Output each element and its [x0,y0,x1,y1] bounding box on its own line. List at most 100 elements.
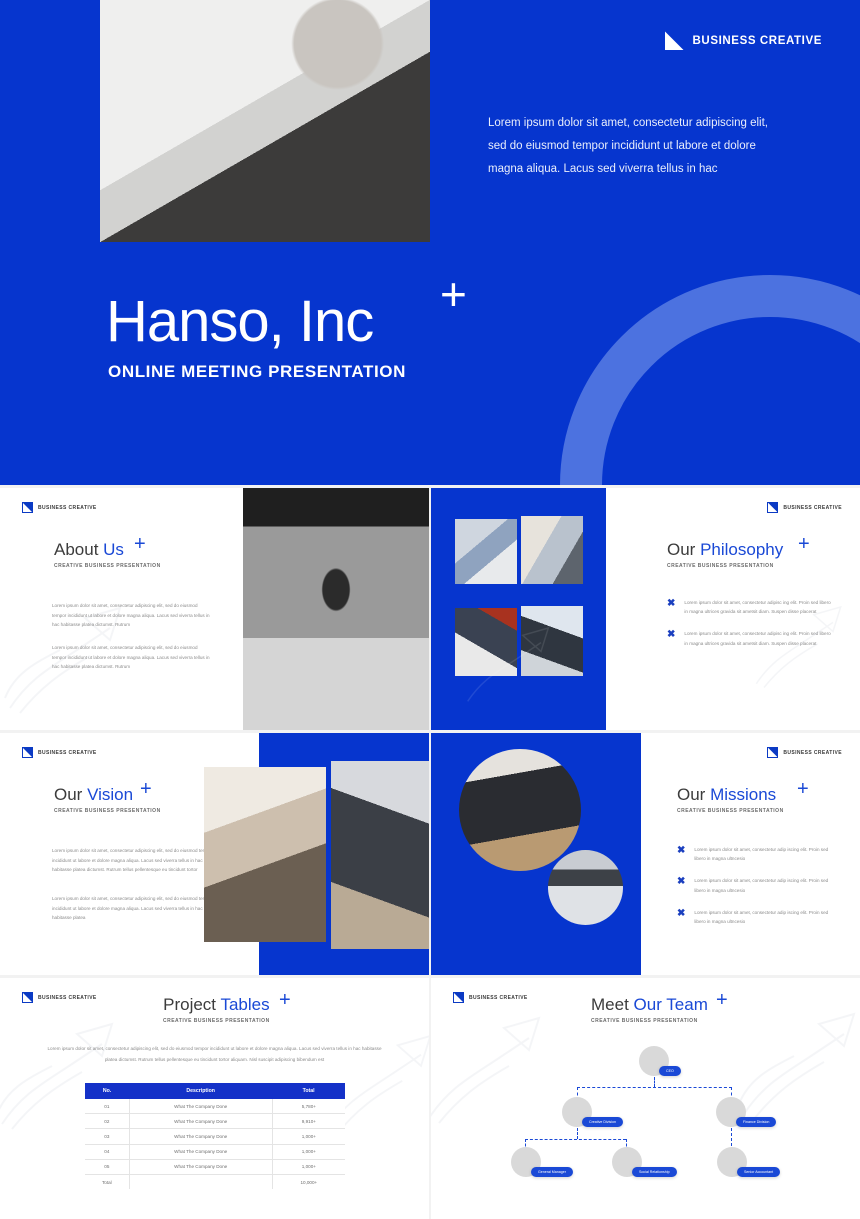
list-item: ✖ Lorem ipsum dolor sit amet, consectetu… [667,598,832,616]
plus-icon: + [140,778,152,800]
heading-light: Our [677,785,711,804]
brand-logo: BUSINESS CREATIVE [767,502,842,513]
heading-accent: Us [103,540,124,559]
cell-total: 5,780+ [272,1099,345,1115]
missions-photo-2 [548,850,623,925]
diagonal-square-logo-icon [22,747,33,758]
slide-kicker: CREATIVE BUSINESS PRESENTATION [54,808,161,814]
org-node-label: CEO [659,1066,681,1076]
org-node-ceo[interactable]: CEO [639,1046,681,1076]
brand-logo: BUSINESS CREATIVE [22,502,97,513]
slide-kicker: CREATIVE BUSINESS PRESENTATION [677,808,784,814]
x-bullet-icon: ✖ [677,907,686,919]
brand-name: BUSINESS CREATIVE [783,749,842,756]
philosophy-photo-3 [455,608,517,676]
heading-light: Project [163,995,221,1014]
cell-no: 01 [85,1099,130,1115]
vision-paragraph-2: Lorem ipsum dolor sit amet, consectetur … [52,896,214,921]
org-node-label: Finance Division [736,1117,777,1127]
brand-name: BUSINESS CREATIVE [783,504,842,511]
bullet-text: Lorem ipsum dolor sit amet, consectetur … [694,847,829,862]
slide-our-missions[interactable]: BUSINESS CREATIVE Our Missions CREATIVE … [431,733,860,975]
table-row: 02 What The Company Done 9,910+ [85,1113,345,1130]
brand-name: BUSINESS CREATIVE [692,34,822,47]
brand-logo: BUSINESS CREATIVE [664,31,822,50]
list-item: ✖ Lorem ipsum dolor sit amet, consectetu… [677,908,837,926]
table-header-row: No. Description Total [85,1083,345,1099]
slide-meet-our-team[interactable]: BUSINESS CREATIVE Meet Our Team CREATIVE… [431,978,860,1219]
brand-name: BUSINESS CREATIVE [38,504,97,511]
heading-accent: Missions [710,785,777,804]
column-header-description: Description [129,1083,273,1099]
org-node-finance-division[interactable]: Finance Division [716,1097,777,1127]
plus-icon: + [440,268,467,320]
bullet-text: Lorem ipsum dolor sit amet, consectetur … [694,878,829,893]
missions-bullets: ✖ Lorem ipsum dolor sit amet, consectetu… [677,845,837,939]
heading-accent: Tables [220,995,270,1014]
diagonal-square-logo-icon [22,992,33,1003]
about-photo [243,488,429,730]
org-node-social-relationship[interactable]: Social Relationship [612,1147,677,1177]
slide-about-us[interactable]: BUSINESS CREATIVE About Us CREATIVE BUSI… [0,488,429,730]
diagonal-square-logo-icon [767,502,779,513]
slide-our-philosophy[interactable]: BUSINESS CREATIVE Our Philosophy CREATIV… [431,488,860,730]
table-row: 05 What The Company Done 1,000+ [85,1159,345,1175]
project-table[interactable]: No. Description Total 01 What The Compan… [85,1083,345,1190]
slide-heading: Project Tables CREATIVE BUSINESS PRESENT… [163,995,270,1024]
slide-our-vision[interactable]: BUSINESS CREATIVE Our Vision CREATIVE BU… [0,733,429,975]
brand-name: BUSINESS CREATIVE [38,994,97,1001]
table-row: 03 What The Company Done 1,000+ [85,1128,345,1145]
cell-no: 03 [85,1128,130,1145]
org-node-label: Senior Accountant [737,1167,781,1177]
cell-total: 9,910+ [272,1113,345,1130]
heading-light: About [54,540,104,559]
page-title: Hanso, Inc [106,289,374,354]
diagonal-square-logo-icon [664,31,684,50]
slide-heading: Our Philosophy CREATIVE BUSINESS PRESENT… [667,540,783,569]
about-paragraph-2: Lorem ipsum dolor sit amet, consectetur … [52,645,210,670]
slide-kicker: CREATIVE BUSINESS PRESENTATION [667,563,774,569]
diagonal-square-logo-icon [22,502,33,513]
list-item: ✖ Lorem ipsum dolor sit amet, consectetu… [667,629,832,647]
org-node-creative-division[interactable]: Creative Division [562,1097,623,1127]
hero-subtitle: ONLINE MEETING PRESENTATION [108,362,406,381]
connector [654,1077,655,1087]
philosophy-photo-2 [521,516,583,584]
table-row: 01 What The Company Done 5,780+ [85,1099,345,1115]
table-total-row: Total 10,000+ [85,1174,345,1190]
slide-row-1: BUSINESS CREATIVE About Us CREATIVE BUSI… [0,488,860,730]
slide-heading: Our Missions CREATIVE BUSINESS PRESENTAT… [677,785,784,814]
hero-photo [100,0,430,242]
cell-description: What The Company Done [129,1159,273,1175]
philosophy-photo-4 [521,606,583,676]
about-paragraph-1: Lorem ipsum dolor sit amet, consectetur … [52,603,210,628]
cell-description: What The Company Done [129,1128,273,1145]
column-header-total: Total [272,1083,345,1099]
diagonal-square-logo-icon [767,747,779,758]
org-node-senior-accountant[interactable]: Senior Accountant [717,1147,781,1177]
cell-no: 02 [85,1113,130,1130]
cell-total-blank [129,1174,273,1190]
plus-icon: + [134,533,146,555]
x-bullet-icon: ✖ [667,598,676,609]
org-node-general-manager[interactable]: General Manager [511,1147,573,1177]
cell-total-value: 10,000+ [272,1174,345,1190]
slide-kicker: CREATIVE BUSINESS PRESENTATION [54,563,161,569]
bullet-text: Lorem ipsum dolor sit amet, consectetur … [684,600,831,615]
connector [577,1128,578,1139]
x-bullet-icon: ✖ [677,876,686,888]
table-row: 04 What The Company Done 1,000+ [85,1144,345,1160]
plus-icon: + [279,989,291,1011]
slide-kicker: CREATIVE BUSINESS PRESENTATION [163,1018,270,1024]
plus-icon: + [797,778,809,800]
brand-logo: BUSINESS CREATIVE [22,992,97,1003]
brand-logo: BUSINESS CREATIVE [767,747,842,758]
cell-total: 1,000+ [272,1128,345,1145]
org-node-label: Creative Division [582,1117,623,1127]
cell-description: What The Company Done [129,1113,273,1130]
cell-description: What The Company Done [129,1099,273,1115]
connector [577,1087,732,1088]
heading-light: Our [667,540,701,559]
org-chart: CEO Creative Division Finance Division G… [431,978,860,1219]
list-item: ✖ Lorem ipsum dolor sit amet, consectetu… [677,876,837,894]
